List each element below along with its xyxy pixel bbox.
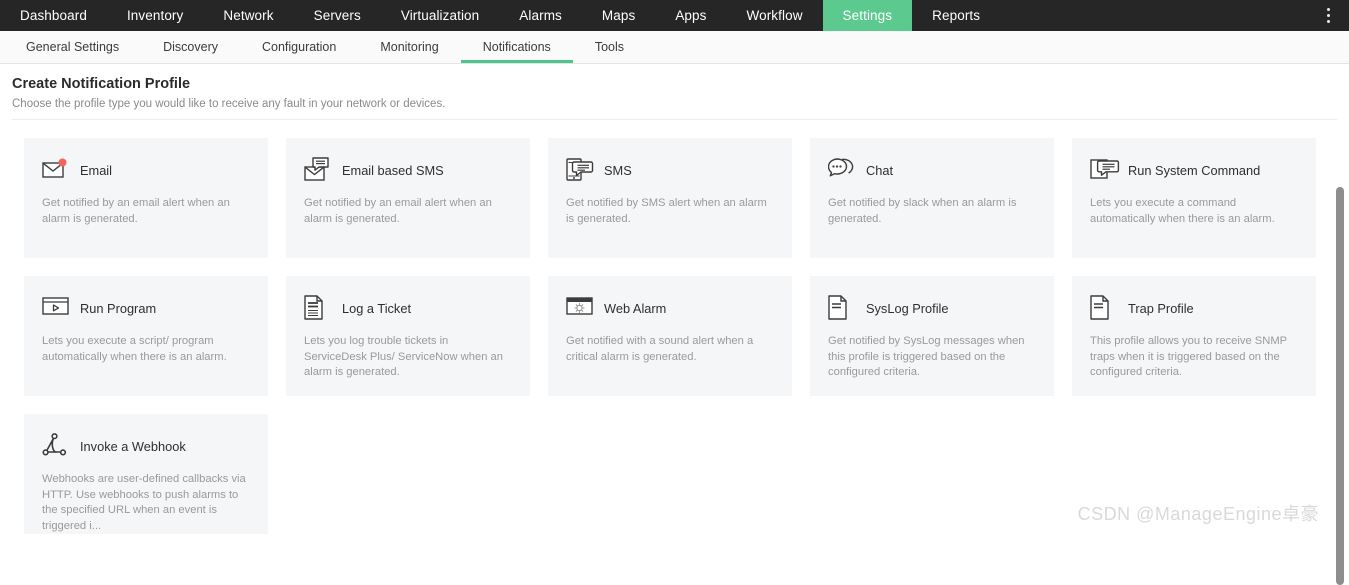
card-title: SMS bbox=[604, 163, 632, 178]
topnav-item-apps[interactable]: Apps bbox=[655, 0, 726, 31]
subnav-item-general-settings[interactable]: General Settings bbox=[4, 31, 141, 63]
profile-card-run-system-command[interactable]: Run System Command Lets you execute a com… bbox=[1072, 138, 1316, 258]
topnav-item-maps[interactable]: Maps bbox=[582, 0, 655, 31]
subnav-item-discovery[interactable]: Discovery bbox=[141, 31, 240, 63]
kebab-menu-icon[interactable] bbox=[1315, 0, 1341, 31]
card-title: Email based SMS bbox=[342, 163, 444, 178]
card-title: Run Program bbox=[80, 301, 156, 316]
subnav-item-notifications[interactable]: Notifications bbox=[461, 31, 573, 63]
profile-card-web-alarm[interactable]: Web Alarm Get notified with a sound alert… bbox=[548, 276, 792, 396]
card-description: Get notified with a sound alert when a c… bbox=[566, 334, 774, 365]
topnav-item-reports[interactable]: Reports bbox=[912, 0, 1000, 31]
envelope-with-badge-icon bbox=[42, 157, 70, 183]
card-title: Run System Command bbox=[1128, 163, 1260, 178]
card-description: Webhooks are user-defined callbacks via … bbox=[42, 472, 250, 534]
chat-bubbles-icon bbox=[828, 157, 856, 183]
subnav-item-monitoring[interactable]: Monitoring bbox=[358, 31, 460, 63]
webhook-nodes-icon bbox=[42, 433, 70, 459]
card-head: Web Alarm bbox=[566, 293, 774, 323]
card-title: Web Alarm bbox=[604, 301, 666, 316]
window-play-icon bbox=[42, 295, 70, 321]
card-description: Lets you log trouble tickets in ServiceD… bbox=[304, 334, 512, 381]
topnav-item-servers[interactable]: Servers bbox=[294, 0, 381, 31]
window-with-message-icon bbox=[1090, 157, 1118, 183]
subnav-item-tools[interactable]: Tools bbox=[573, 31, 646, 63]
card-description: Get notified by SysLog messages when thi… bbox=[828, 334, 1036, 381]
card-head: Invoke a Webhook bbox=[42, 431, 250, 461]
topnav-item-dashboard[interactable]: Dashboard bbox=[0, 0, 107, 31]
profile-card-email[interactable]: Email Get notified by an email alert when… bbox=[24, 138, 268, 258]
card-title: Trap Profile bbox=[1128, 301, 1194, 316]
card-title: SysLog Profile bbox=[866, 301, 949, 316]
profile-card-invoke-a-webhook[interactable]: Invoke a Webhook Webhooks are user-define… bbox=[24, 414, 268, 534]
topnav-item-network[interactable]: Network bbox=[203, 0, 293, 31]
profile-card-chat[interactable]: Chat Get notified by slack when an alarm … bbox=[810, 138, 1054, 258]
page-header: Create Notification Profile Choose the p… bbox=[0, 64, 1349, 120]
card-head: Email based SMS bbox=[304, 155, 512, 185]
card-head: Run System Command bbox=[1090, 155, 1298, 185]
envelope-with-message-icon bbox=[304, 157, 332, 183]
card-head: SysLog Profile bbox=[828, 293, 1036, 323]
watermark: CSDN @ManageEngine卓豪 bbox=[1078, 500, 1319, 526]
card-head: Run Program bbox=[42, 293, 250, 323]
card-title: Chat bbox=[866, 163, 893, 178]
topnav-item-alarms[interactable]: Alarms bbox=[499, 0, 582, 31]
card-description: Get notified by slack when an alarm is g… bbox=[828, 196, 1036, 227]
profile-card-sms[interactable]: SMS Get notified by SMS alert when an ala… bbox=[548, 138, 792, 258]
topnav-item-workflow[interactable]: Workflow bbox=[726, 0, 822, 31]
top-navigation-bar: DashboardInventoryNetworkServersVirtuali… bbox=[0, 0, 1349, 31]
browser-alarm-icon bbox=[566, 295, 594, 321]
profile-card-log-a-ticket[interactable]: Log a Ticket Lets you log trouble tickets… bbox=[286, 276, 530, 396]
card-description: Get notified by SMS alert when an alarm … bbox=[566, 196, 774, 227]
profile-card-email-based-sms[interactable]: Email based SMS Get notified by an email … bbox=[286, 138, 530, 258]
topnav-item-inventory[interactable]: Inventory bbox=[107, 0, 203, 31]
topnav-item-settings[interactable]: Settings bbox=[823, 0, 913, 31]
card-description: Get notified by an email alert when an a… bbox=[42, 196, 250, 227]
profile-card-syslog-profile[interactable]: SysLog Profile Get notified by SysLog mes… bbox=[810, 276, 1054, 396]
card-head: Trap Profile bbox=[1090, 293, 1298, 323]
page-title: Create Notification Profile bbox=[12, 76, 1337, 92]
profile-card-run-program[interactable]: Run Program Lets you execute a script/ pr… bbox=[24, 276, 268, 396]
phone-with-message-icon bbox=[566, 157, 594, 183]
sub-navigation-bar: General SettingsDiscoveryConfigurationMo… bbox=[0, 31, 1349, 64]
notification-profile-card-grid: Email Get notified by an email alert when… bbox=[0, 120, 1320, 534]
card-description: Get notified by an email alert when an a… bbox=[304, 196, 512, 227]
card-description: Lets you execute a command automatically… bbox=[1090, 196, 1298, 227]
card-description: This profile allows you to receive SNMP … bbox=[1090, 334, 1298, 381]
document-syslog-icon bbox=[828, 295, 856, 321]
document-trap-icon bbox=[1090, 295, 1118, 321]
card-head: Email bbox=[42, 155, 250, 185]
topnav-item-virtualization[interactable]: Virtualization bbox=[381, 0, 499, 31]
vertical-scrollbar-track[interactable] bbox=[1335, 64, 1347, 536]
document-ticket-icon bbox=[304, 295, 332, 321]
card-description: Lets you execute a script/ program autom… bbox=[42, 334, 250, 365]
subnav-item-configuration[interactable]: Configuration bbox=[240, 31, 358, 63]
page-subtitle: Choose the profile type you would like t… bbox=[12, 98, 1337, 120]
card-head: SMS bbox=[566, 155, 774, 185]
profile-card-trap-profile[interactable]: Trap Profile This profile allows you to r… bbox=[1072, 276, 1316, 396]
vertical-scrollbar-thumb[interactable] bbox=[1336, 187, 1344, 585]
card-title: Email bbox=[80, 163, 112, 178]
card-title: Log a Ticket bbox=[342, 301, 411, 316]
card-title: Invoke a Webhook bbox=[80, 439, 186, 454]
card-head: Log a Ticket bbox=[304, 293, 512, 323]
card-head: Chat bbox=[828, 155, 1036, 185]
